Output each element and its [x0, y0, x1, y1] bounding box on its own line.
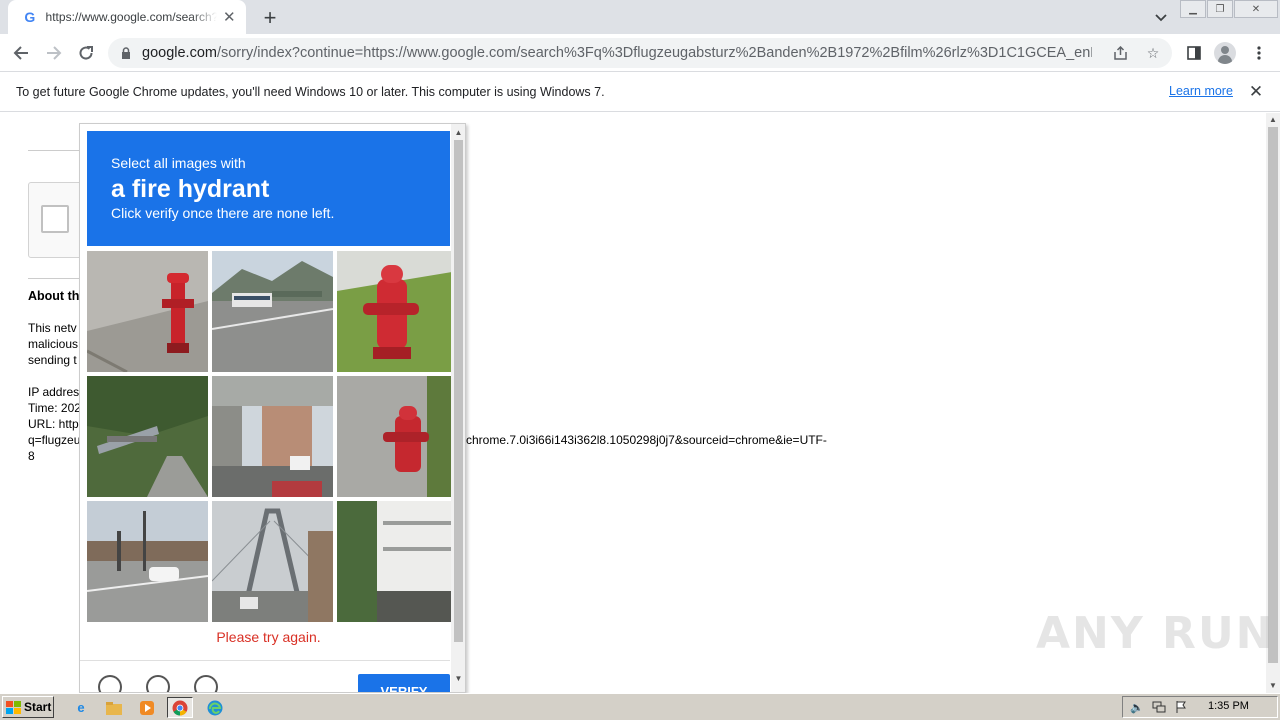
- tab-search-icon[interactable]: [1150, 7, 1172, 29]
- recaptcha-checkbox[interactable]: [41, 205, 69, 233]
- reload-icon[interactable]: [73, 40, 99, 66]
- file-explorer-icon[interactable]: [101, 697, 127, 718]
- image-grid: [87, 251, 458, 623]
- tab-close-icon[interactable]: ✕: [221, 8, 238, 26]
- scroll-down-icon[interactable]: ▼: [1266, 679, 1280, 691]
- side-panel-icon[interactable]: [1183, 42, 1205, 64]
- error-message: Please try again.: [216, 629, 321, 645]
- url-path: /sorry/index?continue=https://www.google…: [216, 45, 1092, 61]
- challenge-header: Select all images with a fire hydrant Cl…: [87, 131, 450, 246]
- url-line: URL: http: [28, 417, 79, 431]
- ip-address-line: IP addres: [28, 385, 80, 399]
- browser-toolbar: google.com/sorry/index?continue=https://…: [0, 34, 1280, 72]
- action-center-flag-icon[interactable]: [1173, 699, 1189, 715]
- url-last-line: 8: [28, 449, 35, 463]
- media-player-icon[interactable]: [134, 697, 160, 718]
- minimize-icon[interactable]: ▁: [1180, 0, 1206, 18]
- network-icon[interactable]: [1151, 699, 1167, 715]
- info-icon[interactable]: [194, 675, 218, 692]
- audio-challenge-icon[interactable]: [146, 675, 170, 692]
- lock-icon[interactable]: [118, 46, 134, 60]
- forward-arrow-icon[interactable]: [41, 40, 67, 66]
- scroll-up-icon[interactable]: ▲: [451, 126, 465, 138]
- system-tray: 🔈 1:35 PM: [1122, 696, 1278, 718]
- tile-red-hydrant-on-pavement[interactable]: [87, 251, 208, 372]
- verify-button[interactable]: VERIFY: [358, 674, 450, 692]
- infobar-close-icon[interactable]: ✕: [1246, 82, 1266, 102]
- scroll-up-icon[interactable]: ▲: [1266, 113, 1280, 125]
- info-paragraph-line-3: sending t: [28, 353, 77, 367]
- url-query-line: q=flugzeu: [28, 433, 81, 447]
- tab-strip: G https://www.google.com/search?q= ✕ + ▁…: [0, 0, 1280, 34]
- url-host: google.com: [142, 45, 217, 61]
- update-infobar: To get future Google Chrome updates, you…: [0, 72, 1280, 112]
- challenge-hint: Click verify once there are none left.: [111, 205, 335, 221]
- info-paragraph-line-1: This netv: [28, 321, 77, 335]
- restore-icon[interactable]: ❐: [1207, 0, 1233, 18]
- reload-challenge-icon[interactable]: [98, 675, 122, 692]
- scrollbar-thumb[interactable]: [1268, 127, 1278, 663]
- challenge-target: a fire hydrant: [111, 175, 270, 203]
- about-heading: About th: [28, 289, 80, 303]
- start-label: Start: [24, 700, 52, 714]
- tile-red-hydrant-on-grass[interactable]: [337, 251, 458, 372]
- tile-cable-bridge[interactable]: [212, 501, 333, 622]
- profile-avatar-icon[interactable]: [1214, 42, 1236, 64]
- chrome-taskbar-icon[interactable]: [167, 697, 193, 718]
- back-arrow-icon[interactable]: [8, 40, 34, 66]
- scroll-down-icon[interactable]: ▼: [451, 672, 465, 684]
- learn-more-link[interactable]: Learn more: [1169, 84, 1233, 98]
- share-icon[interactable]: [1112, 44, 1130, 62]
- tile-city-street-overpass[interactable]: [212, 376, 333, 497]
- tile-apartment-building[interactable]: [337, 501, 458, 622]
- internet-explorer-icon[interactable]: e: [68, 697, 94, 718]
- tile-intersection-with-car[interactable]: [87, 501, 208, 622]
- start-button[interactable]: Start: [2, 696, 54, 718]
- challenge-scrollbar[interactable]: ▲ ▼: [451, 124, 465, 692]
- taskbar-clock[interactable]: 1:35 PM: [1208, 700, 1249, 712]
- info-paragraph-line-2: malicious: [28, 337, 79, 351]
- infobar-message: To get future Google Chrome updates, you…: [16, 84, 605, 99]
- challenge-footer: VERIFY: [80, 660, 450, 692]
- bookmark-star-icon[interactable]: ☆: [1144, 44, 1162, 62]
- tile-hillside-highway[interactable]: [87, 376, 208, 497]
- address-bar[interactable]: google.com/sorry/index?continue=https://…: [108, 38, 1172, 68]
- window-controls: ▁ ❐ ✕: [1180, 0, 1280, 18]
- recaptcha-challenge: Select all images with a fire hydrant Cl…: [79, 123, 466, 693]
- url-text[interactable]: google.com/sorry/index?continue=https://…: [142, 45, 1092, 61]
- tab-title: https://www.google.com/search?q=: [45, 10, 217, 24]
- challenge-instruction: Select all images with: [111, 155, 246, 171]
- challenge-scroll-thumb[interactable]: [454, 140, 463, 642]
- tile-red-hydrant-by-wall[interactable]: [337, 376, 458, 497]
- windows-taskbar: Start e 🔈 1:35 PM: [0, 693, 1280, 720]
- anyrun-watermark: ANY RUN: [1036, 608, 1275, 659]
- edge-icon[interactable]: [202, 697, 228, 718]
- new-tab-button[interactable]: +: [258, 5, 282, 30]
- browser-tab[interactable]: G https://www.google.com/search?q= ✕: [8, 0, 246, 34]
- volume-icon[interactable]: 🔈: [1129, 699, 1145, 715]
- tile-road-with-bus[interactable]: [212, 251, 333, 372]
- google-g-icon: G: [24, 9, 36, 25]
- url-query-tail: chrome.7.0i3i66i143i362l8.1050298j0j7&so…: [466, 433, 827, 447]
- window-close-icon[interactable]: ✕: [1234, 0, 1278, 18]
- page-scrollbar[interactable]: ▲ ▼: [1266, 113, 1280, 693]
- time-line: Time: 202: [28, 401, 81, 415]
- windows-flag-icon: [6, 700, 21, 714]
- menu-kebab-icon[interactable]: [1248, 42, 1270, 64]
